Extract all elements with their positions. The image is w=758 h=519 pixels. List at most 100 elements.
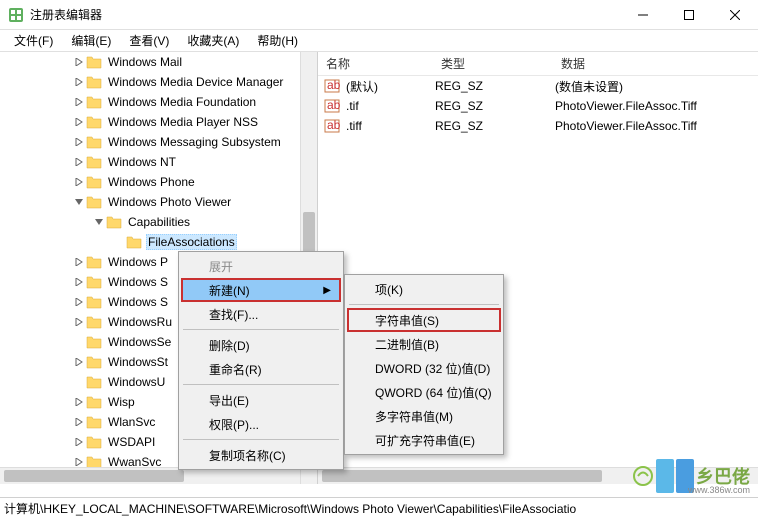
ctx-new-expandstring[interactable]: 可扩充字符串值(E) (347, 428, 501, 452)
list-row[interactable]: ab .tifREG_SZPhotoViewer.FileAssoc.Tiff (318, 96, 758, 116)
tree-item-label: Windows P (106, 254, 170, 270)
ctx-export[interactable]: 导出(E) (181, 388, 341, 412)
tree-item-label: Windows S (106, 274, 170, 290)
ctx-new-qword[interactable]: QWORD (64 位)值(Q) (347, 380, 501, 404)
chevron-icon[interactable] (112, 235, 126, 249)
chevron-icon[interactable] (72, 315, 86, 329)
tree-item-label: WindowsSt (106, 354, 170, 370)
svg-text:ab: ab (327, 118, 340, 132)
tree-item[interactable]: Windows Messaging Subsystem (0, 132, 300, 152)
chevron-icon[interactable] (72, 355, 86, 369)
chevron-icon[interactable] (72, 95, 86, 109)
ctx-rename[interactable]: 重命名(R) (181, 357, 341, 381)
cell-data: PhotoViewer.FileAssoc.Tiff (553, 99, 697, 113)
chevron-icon[interactable] (72, 115, 86, 129)
tree-item-label: Windows Mail (106, 54, 184, 70)
menu-help[interactable]: 帮助(H) (249, 30, 306, 51)
close-button[interactable] (712, 0, 758, 30)
folder-icon (86, 275, 102, 289)
chevron-icon[interactable] (72, 255, 86, 269)
app-icon (8, 7, 24, 23)
ctx-new-key[interactable]: 项(K) (347, 277, 501, 301)
chevron-icon[interactable] (72, 435, 86, 449)
folder-icon (86, 75, 102, 89)
cell-name: (默认) (344, 78, 433, 95)
list-header: 名称 类型 数据 (318, 52, 758, 76)
menubar: 文件(F) 编辑(E) 查看(V) 收藏夹(A) 帮助(H) (0, 30, 758, 52)
tree-item-label: WSDAPI (106, 434, 157, 450)
tree-item-label: WlanSvc (106, 414, 157, 430)
chevron-icon[interactable] (72, 275, 86, 289)
list-row[interactable]: ab(默认)REG_SZ(数值未设置) (318, 76, 758, 96)
folder-icon (86, 395, 102, 409)
minimize-button[interactable] (620, 0, 666, 30)
chevron-icon[interactable] (72, 335, 86, 349)
ctx-expand[interactable]: 展开 (181, 254, 341, 278)
folder-icon (86, 115, 102, 129)
chevron-icon[interactable] (72, 455, 86, 467)
chevron-icon[interactable] (72, 415, 86, 429)
menu-favorites[interactable]: 收藏夹(A) (179, 30, 247, 51)
folder-icon (86, 195, 102, 209)
folder-icon (126, 235, 142, 249)
cell-type: REG_SZ (433, 79, 553, 93)
chevron-icon[interactable] (72, 375, 86, 389)
col-header-name[interactable]: 名称 (318, 55, 433, 72)
chevron-icon[interactable] (72, 75, 86, 89)
tree-item[interactable]: Windows Photo Viewer (0, 192, 300, 212)
tree-item-label: Windows Photo Viewer (106, 194, 233, 210)
string-value-icon: ab (324, 98, 340, 114)
tree-item-label: Windows S (106, 294, 170, 310)
folder-icon (106, 215, 122, 229)
menu-view[interactable]: 查看(V) (121, 30, 177, 51)
ctx-copy-key-name[interactable]: 复制项名称(C) (181, 443, 341, 467)
svg-text:ab: ab (327, 98, 340, 112)
folder-icon (86, 295, 102, 309)
folder-icon (86, 455, 102, 467)
ctx-new-binary[interactable]: 二进制值(B) (347, 332, 501, 356)
tree-item[interactable]: Windows Media Foundation (0, 92, 300, 112)
string-value-icon: ab (324, 118, 340, 134)
titlebar: 注册表编辑器 (0, 0, 758, 30)
cell-name: .tiff (344, 119, 433, 133)
cell-name: .tif (344, 99, 433, 113)
tree-item[interactable]: Capabilities (0, 212, 300, 232)
ctx-permissions[interactable]: 权限(P)... (181, 412, 341, 436)
watermark-url: www.386w.com (688, 485, 750, 495)
tree-item-label: Windows Phone (106, 174, 197, 190)
tree-item[interactable]: Windows Mail (0, 52, 300, 72)
chevron-icon[interactable] (72, 55, 86, 69)
ctx-separator (183, 439, 339, 440)
chevron-icon[interactable] (72, 155, 86, 169)
chevron-icon[interactable] (72, 295, 86, 309)
tree-item[interactable]: Windows Phone (0, 172, 300, 192)
tree-item-label: Windows NT (106, 154, 178, 170)
chevron-icon[interactable] (72, 395, 86, 409)
chevron-icon[interactable] (72, 195, 86, 209)
menu-file[interactable]: 文件(F) (6, 30, 61, 51)
tree-item[interactable]: Windows Media Device Manager (0, 72, 300, 92)
ctx-new-dword[interactable]: DWORD (32 位)值(D) (347, 356, 501, 380)
tree-item-label: WindowsU (106, 374, 167, 390)
tree-item-label: Windows Media Device Manager (106, 74, 285, 90)
chevron-icon[interactable] (72, 135, 86, 149)
list-row[interactable]: ab.tiffREG_SZPhotoViewer.FileAssoc.Tiff (318, 116, 758, 136)
ctx-new-string[interactable]: 字符串值(S) (347, 308, 501, 332)
maximize-button[interactable] (666, 0, 712, 30)
tree-item[interactable]: Windows Media Player NSS (0, 112, 300, 132)
chevron-icon[interactable] (92, 215, 106, 229)
chevron-icon[interactable] (72, 175, 86, 189)
ctx-new-multistring[interactable]: 多字符串值(M) (347, 404, 501, 428)
tree-item-label: Windows Media Player NSS (106, 114, 260, 130)
ctx-find[interactable]: 查找(F)... (181, 302, 341, 326)
menu-edit[interactable]: 编辑(E) (63, 30, 119, 51)
ctx-new[interactable]: 新建(N)▶ (181, 278, 341, 302)
ctx-delete[interactable]: 删除(D) (181, 333, 341, 357)
col-header-data[interactable]: 数据 (553, 55, 758, 72)
cell-data: PhotoViewer.FileAssoc.Tiff (553, 119, 697, 133)
tree-item[interactable]: Windows NT (0, 152, 300, 172)
cell-type: REG_SZ (433, 99, 553, 113)
col-header-type[interactable]: 类型 (433, 55, 553, 72)
ctx-separator (183, 384, 339, 385)
tree-item[interactable]: FileAssociations (0, 232, 300, 252)
